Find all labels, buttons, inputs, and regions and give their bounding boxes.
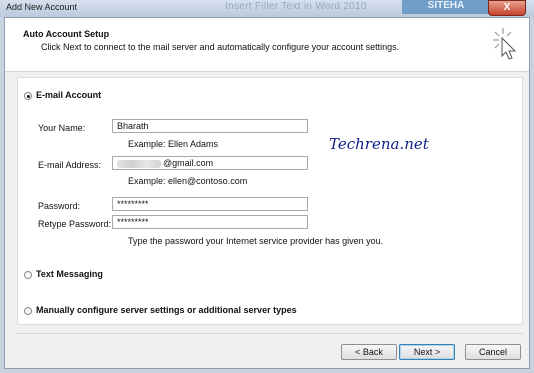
title-bar: Add New Account Insert Filler Text in Wo…	[0, 0, 534, 17]
close-button[interactable]: X	[488, 0, 526, 16]
your-name-label: Your Name:	[38, 123, 86, 133]
email-address-value: @gmail.com	[163, 158, 214, 168]
password-label: Password:	[38, 201, 81, 211]
text-messaging-radio[interactable]	[24, 271, 32, 279]
email-address-label: E-mail Address:	[38, 160, 102, 170]
password-hint: Type the password your Internet service …	[128, 236, 384, 246]
background-badge: SITEHA	[402, 0, 490, 14]
wand-sparkle-icon	[493, 28, 517, 60]
header-subtitle: Click Next to connect to the mail server…	[41, 42, 400, 52]
dialog-header: Auto Account Setup Click Next to connect…	[5, 18, 529, 72]
retype-password-input[interactable]: *********	[112, 215, 308, 229]
dialog-frame: Auto Account Setup Click Next to connect…	[4, 17, 530, 369]
your-name-input[interactable]: Bharath	[112, 119, 308, 133]
window-title: Add New Account	[6, 2, 78, 12]
cancel-button[interactable]: Cancel	[465, 344, 521, 360]
text-messaging-label[interactable]: Text Messaging	[36, 269, 103, 279]
next-button[interactable]: Next >	[399, 344, 455, 360]
email-account-radio[interactable]	[24, 92, 32, 100]
password-input[interactable]: *********	[112, 197, 308, 211]
retype-password-label: Retype Password:	[38, 219, 112, 229]
manual-config-radio[interactable]	[24, 307, 32, 315]
email-address-input[interactable]: @gmail.com	[112, 156, 308, 170]
footer-divider	[17, 333, 523, 334]
header-title: Auto Account Setup	[23, 29, 110, 39]
your-name-example: Example: Ellen Adams	[128, 139, 219, 149]
watermark: Techrena.net	[329, 135, 429, 153]
back-button[interactable]: < Back	[341, 344, 397, 360]
manual-config-label[interactable]: Manually configure server settings or ad…	[36, 305, 297, 315]
email-address-example: Example: ellen@contoso.com	[128, 176, 248, 186]
content-panel: E-mail Account Your Name: Bharath Exampl…	[17, 77, 523, 325]
background-window-text: Insert Filler Text in Word 2010	[225, 1, 367, 12]
email-account-label[interactable]: E-mail Account	[36, 90, 101, 100]
redacted-username	[117, 159, 161, 168]
